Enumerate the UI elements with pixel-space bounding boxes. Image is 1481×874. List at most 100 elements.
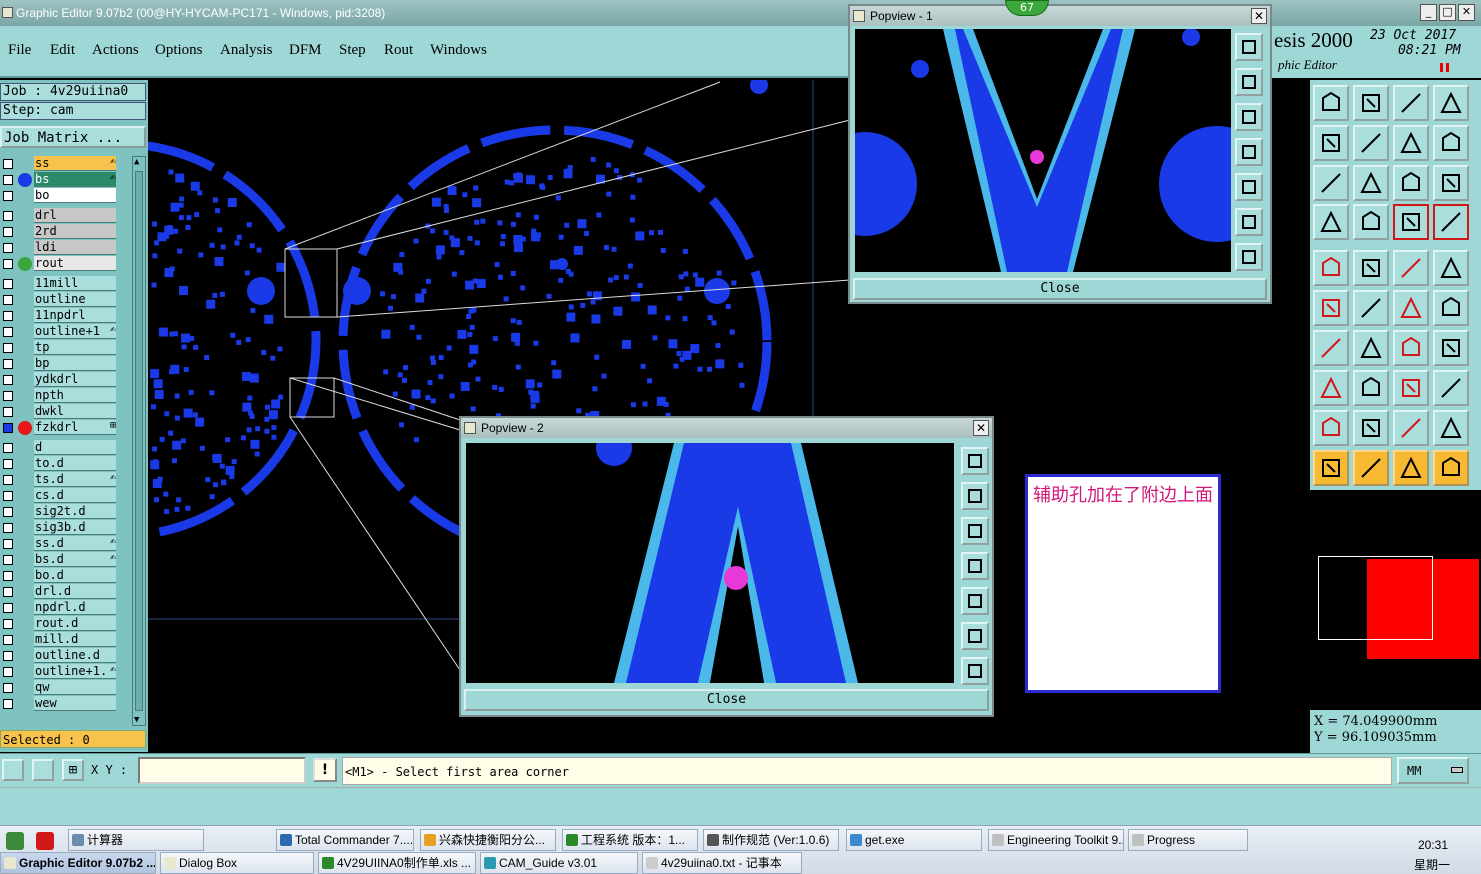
scroll-up-icon[interactable]: ▲ [134, 157, 139, 167]
taskbar-item[interactable]: 兴森快捷衡阳分公... [420, 829, 556, 851]
layer-row[interactable]: npth [0, 388, 118, 404]
select-2-icon[interactable] [1353, 450, 1389, 486]
taskbar-item[interactable]: 4V29UIINA0制作单.xls ... [318, 852, 476, 874]
taskbar-item[interactable]: Progress [1128, 829, 1248, 851]
layer-row[interactable]: rout.d [0, 616, 118, 632]
cross-icon[interactable] [1353, 290, 1389, 326]
xy-input[interactable] [138, 757, 306, 784]
layer-row[interactable]: sig2t.d [0, 504, 118, 520]
move-icon[interactable] [1393, 290, 1429, 326]
layer-checkbox[interactable] [3, 475, 13, 485]
alert-icon[interactable]: ! [313, 758, 337, 782]
layer-name[interactable]: to.d [34, 456, 116, 471]
layer-list-scrollbar[interactable]: ▲ ▼ [132, 156, 146, 726]
expand-icon[interactable] [961, 622, 989, 650]
layer-row[interactable]: ss.d ✍ [0, 536, 118, 552]
align-red-icon[interactable] [1433, 204, 1469, 240]
layer-name[interactable]: bo.d [34, 568, 116, 583]
home-top-icon[interactable] [1313, 85, 1349, 121]
layer-name[interactable]: ss.d [34, 536, 116, 551]
layer-row[interactable]: outline+1. ✍ [0, 664, 118, 680]
layer-checkbox[interactable] [3, 243, 13, 253]
taskbar-item[interactable]: get.exe [846, 829, 982, 851]
select-icon[interactable] [1313, 450, 1349, 486]
layer-row[interactable]: bo [0, 188, 118, 204]
help-icon[interactable] [1433, 165, 1469, 201]
select-3-icon[interactable] [1393, 450, 1429, 486]
triangle-4-icon[interactable] [1433, 410, 1469, 446]
layer-name[interactable]: d [34, 440, 116, 455]
layer-checkbox[interactable] [3, 191, 13, 201]
snap-red-icon[interactable] [1393, 204, 1429, 240]
layer-name[interactable]: cs.d [34, 488, 116, 503]
zoom-fit-icon[interactable] [1313, 165, 1349, 201]
layer-row[interactable]: outline.d [0, 648, 118, 664]
layer-checkbox[interactable] [3, 651, 13, 661]
pan-right-icon[interactable] [1235, 173, 1263, 201]
line-icon[interactable] [1353, 370, 1389, 406]
taskbar-item[interactable]: 制作规范 (Ver:1.0.6) [703, 829, 839, 851]
pan-left-icon[interactable] [961, 552, 989, 580]
taskbar-item[interactable]: Total Commander 7.... [276, 829, 414, 851]
layer-checkbox[interactable] [3, 327, 13, 337]
layer-row[interactable]: outline [0, 292, 118, 308]
taskbar-item[interactable]: 计算器 [68, 829, 204, 851]
center-icon[interactable] [961, 657, 989, 685]
layer-name[interactable]: rout [34, 256, 116, 271]
menu-options[interactable]: Options [155, 42, 203, 59]
layer-row[interactable]: drl.d [0, 584, 118, 600]
angle-icon[interactable] [1313, 330, 1349, 366]
pan-left-icon[interactable] [1235, 138, 1263, 166]
layer-row[interactable]: ldi [0, 240, 118, 256]
taskbar-item[interactable]: 工程系统 版本：1... [562, 829, 698, 851]
copy-icon[interactable] [1433, 370, 1469, 406]
ruler-icon[interactable] [1393, 250, 1429, 286]
zoom-out-icon[interactable] [961, 517, 989, 545]
triangle-icon[interactable] [1313, 410, 1349, 446]
scale-icon[interactable] [1393, 165, 1429, 201]
taskbar-item[interactable]: Dialog Box [160, 852, 314, 874]
layer-checkbox[interactable] [3, 311, 13, 321]
window-icon[interactable] [1433, 85, 1469, 121]
layer-name[interactable]: outline.d [34, 648, 116, 663]
layer-name[interactable]: tp [34, 340, 116, 355]
home-icon[interactable] [1393, 85, 1429, 121]
layer-checkbox[interactable] [3, 667, 13, 677]
start-icon[interactable] [6, 832, 24, 850]
layer-checkbox[interactable] [3, 443, 13, 453]
layer-checkbox[interactable] [3, 587, 13, 597]
layer-name[interactable]: bp [34, 356, 116, 371]
align-icon[interactable] [1393, 370, 1429, 406]
taskbar-item[interactable]: CAM_Guide v3.01 [480, 852, 638, 874]
snap-icon[interactable] [2, 759, 24, 781]
taskbar-item[interactable]: 4v29uiina0.txt - 记事本 [642, 852, 802, 874]
layer-checkbox[interactable] [3, 491, 13, 501]
layer-name[interactable]: bs [34, 172, 116, 187]
zoom-in-icon[interactable] [961, 482, 989, 510]
layer-row[interactable]: ts.d ✍ [0, 472, 118, 488]
layer-row[interactable]: to.d [0, 456, 118, 472]
layer-checkbox[interactable] [3, 175, 13, 185]
settings-icon[interactable] [1313, 204, 1349, 240]
layer-row[interactable]: 2rd [0, 224, 118, 240]
layer-row[interactable]: mill.d [0, 632, 118, 648]
add-pad-icon[interactable] [1313, 250, 1349, 286]
slash-icon[interactable] [1353, 330, 1389, 366]
clock[interactable]: 20:31 [1418, 838, 1448, 852]
layer-checkbox[interactable] [3, 391, 13, 401]
select-4-icon[interactable] [1433, 450, 1469, 486]
expand-icon[interactable] [1235, 208, 1263, 236]
menu-file[interactable]: File [8, 42, 31, 59]
layer-name[interactable]: wew [34, 696, 116, 711]
pan-right-icon[interactable] [1353, 125, 1389, 161]
layer-row[interactable]: ydkdrl [0, 372, 118, 388]
layer-name[interactable]: drl [34, 208, 116, 223]
layer-name[interactable]: outline+1. [34, 664, 116, 679]
layer-checkbox[interactable] [3, 159, 13, 169]
menu-analysis[interactable]: Analysis [220, 42, 273, 59]
layer-checkbox[interactable] [3, 459, 13, 469]
grid-icon[interactable] [1353, 204, 1389, 240]
layer-checkbox[interactable] [3, 375, 13, 385]
mirror-icon[interactable] [1433, 330, 1469, 366]
layer-checkbox[interactable] [3, 699, 13, 709]
